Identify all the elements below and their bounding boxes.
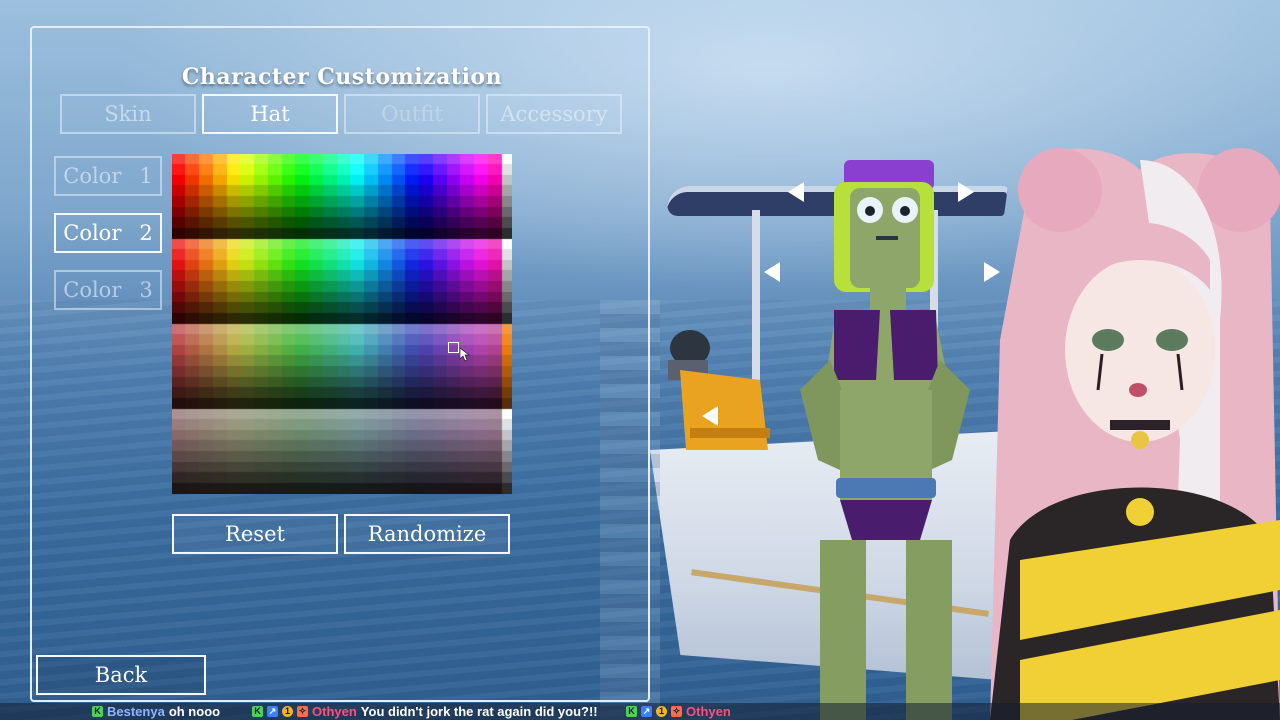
player-character: [800, 160, 970, 720]
color-slot-label: Color: [63, 164, 122, 188]
back-button[interactable]: Back: [36, 655, 206, 695]
color-slot-number: 3: [139, 278, 153, 302]
chat-username: Bestenya: [107, 704, 165, 719]
kick-badge-icon: K: [92, 706, 103, 717]
mouse-cursor-icon: [460, 348, 470, 362]
reset-button[interactable]: Reset: [172, 514, 338, 554]
customization-panel: Character Customization Skin Hat Outfit …: [30, 26, 650, 702]
randomize-button[interactable]: Randomize: [344, 514, 510, 554]
chat-username: Othyen: [312, 704, 357, 719]
arrow-right-icon[interactable]: [956, 180, 976, 204]
chat-message: K ↗ 1 ✧ Othyen You didn't jork the rat a…: [252, 704, 598, 719]
gift-badge-icon: ✧: [671, 706, 682, 717]
palette-selection-marker: [448, 342, 459, 353]
tab-accessory[interactable]: Accessory: [486, 94, 622, 134]
passenger-character: [668, 330, 770, 450]
chat-text: You didn't jork the rat again did you?!!: [360, 704, 598, 719]
chat-message: K ↗ 1 ✧ Othyen: [626, 704, 731, 719]
moderator-badge-icon: ↗: [641, 706, 652, 717]
gift-badge-icon: ✧: [297, 706, 308, 717]
streamer-avatar: [990, 148, 1280, 720]
moderator-badge-icon: ↗: [267, 706, 278, 717]
tab-skin[interactable]: Skin: [60, 94, 196, 134]
sub-badge-icon: 1: [656, 706, 667, 717]
chat-ticker: K Bestenya oh nooo K ↗ 1 ✧ Othyen You di…: [0, 703, 1280, 720]
sub-badge-icon: 1: [282, 706, 293, 717]
chat-text: oh nooo: [168, 704, 221, 719]
color-slot-number: 1: [139, 164, 153, 188]
color-slot-label: Color: [63, 278, 122, 302]
color-slot-number: 2: [139, 221, 153, 245]
panel-title: Character Customization: [181, 64, 503, 90]
color-slot-label: Color: [63, 221, 122, 245]
arrow-left-icon[interactable]: [762, 260, 782, 284]
arrow-left-icon[interactable]: [700, 404, 720, 428]
kick-badge-icon: K: [626, 706, 637, 717]
tab-hat[interactable]: Hat: [202, 94, 338, 134]
kick-badge-icon: K: [252, 706, 263, 717]
arrow-left-icon[interactable]: [786, 180, 806, 204]
tab-outfit[interactable]: Outfit: [344, 94, 480, 134]
color-3-button[interactable]: Color 3: [54, 270, 162, 310]
color-palette[interactable]: [172, 154, 512, 494]
chat-message: K Bestenya oh nooo: [92, 704, 220, 719]
color-palette-grid[interactable]: [172, 154, 512, 494]
color-2-button[interactable]: Color 2: [54, 213, 162, 253]
chat-username: Othyen: [686, 704, 731, 719]
color-1-button[interactable]: Color 1: [54, 156, 162, 196]
